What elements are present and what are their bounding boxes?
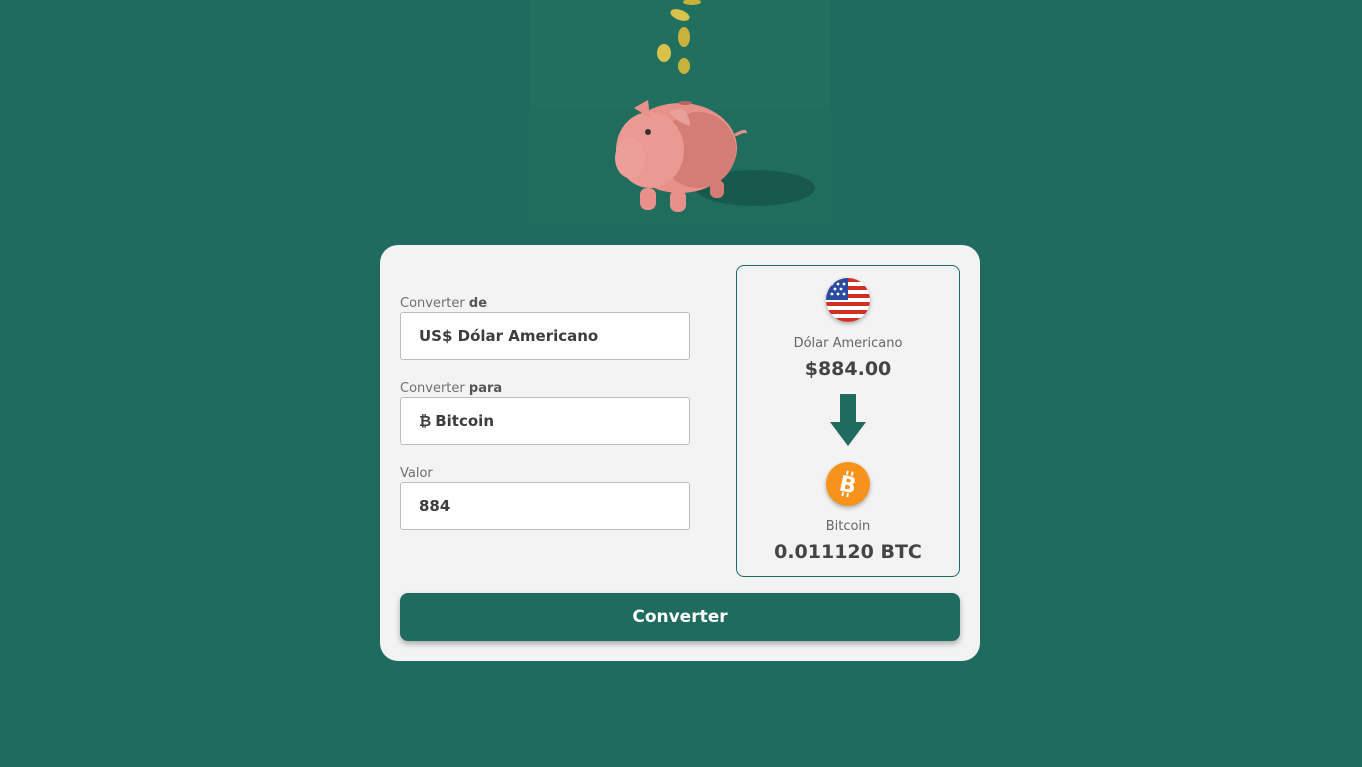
from-currency-field: Converter de US$ Dólar Americano	[400, 295, 690, 360]
bitcoin-icon: B	[826, 462, 870, 506]
to-currency-label: Converter para	[400, 381, 503, 396]
conversion-result: Dólar Americano $884.00 B Bitcoin 0.0111…	[736, 265, 960, 577]
to-currency-select[interactable]: ₿ Bitcoin	[400, 397, 690, 445]
piggy-bank-illustration	[530, 0, 830, 225]
arrow-down-icon	[830, 394, 866, 450]
bitcoin-symbol-icon: ₿	[419, 412, 432, 430]
us-flag-icon	[826, 278, 870, 322]
convert-button[interactable]: Converter	[400, 593, 960, 641]
from-currency-label: Converter de	[400, 296, 488, 311]
amount-input-box	[400, 482, 690, 530]
amount-field: Valor	[400, 465, 690, 530]
from-currency-value: $884.00	[804, 358, 892, 380]
hero-illustration	[530, 0, 830, 225]
to-currency-value: 0.011120 BTC	[774, 541, 922, 563]
amount-input[interactable]	[419, 483, 689, 529]
to-currency-name: Bitcoin	[825, 519, 871, 534]
converter-form: Converter de US$ Dólar Americano Convert…	[400, 295, 690, 550]
converter-card: Converter de US$ Dólar Americano Convert…	[380, 245, 980, 661]
from-currency-name: Dólar Americano	[793, 336, 903, 351]
from-currency-select[interactable]: US$ Dólar Americano	[400, 312, 690, 360]
to-currency-field: Converter para ₿ Bitcoin	[400, 380, 690, 445]
amount-label: Valor	[400, 466, 433, 481]
